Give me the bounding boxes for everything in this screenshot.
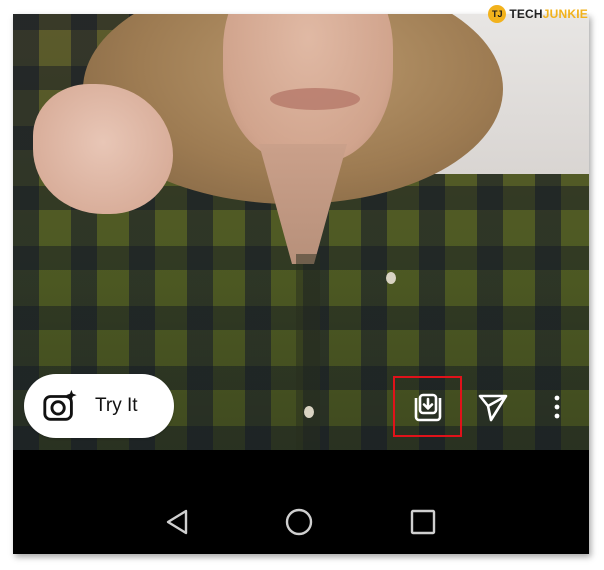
phone-screen: Try It <box>13 14 589 554</box>
save-reel-button[interactable] <box>394 376 462 438</box>
home-icon <box>285 508 313 536</box>
nav-recents-button[interactable] <box>405 504 441 540</box>
try-it-button[interactable]: Try It <box>24 374 174 438</box>
more-options-button[interactable] <box>545 389 569 425</box>
download-tray-icon <box>414 393 442 422</box>
camera-sparkle-icon <box>43 389 77 421</box>
story-video[interactable]: Try It <box>13 14 589 450</box>
neck-shape <box>259 144 347 264</box>
nav-back-button[interactable] <box>159 504 195 540</box>
shirt-button <box>386 272 396 284</box>
share-button[interactable] <box>473 389 513 425</box>
try-it-label: Try It <box>95 395 138 416</box>
nav-home-button[interactable] <box>281 504 317 540</box>
watermark-prefix: TECH <box>509 7 543 21</box>
vertical-dots-icon <box>554 395 560 419</box>
watermark-text: TECHJUNKIE <box>509 7 588 21</box>
shirt-placket <box>296 254 320 450</box>
techjunkie-logo-icon: TJ <box>488 5 507 23</box>
watermark-suffix: JUNKIE <box>542 7 588 21</box>
back-icon <box>166 509 188 535</box>
paper-plane-icon <box>478 394 508 422</box>
techjunkie-watermark: TJ TECHJUNKIE <box>488 3 588 25</box>
recents-icon <box>410 509 436 535</box>
shirt-button <box>304 406 314 418</box>
lips-shape <box>270 88 360 110</box>
